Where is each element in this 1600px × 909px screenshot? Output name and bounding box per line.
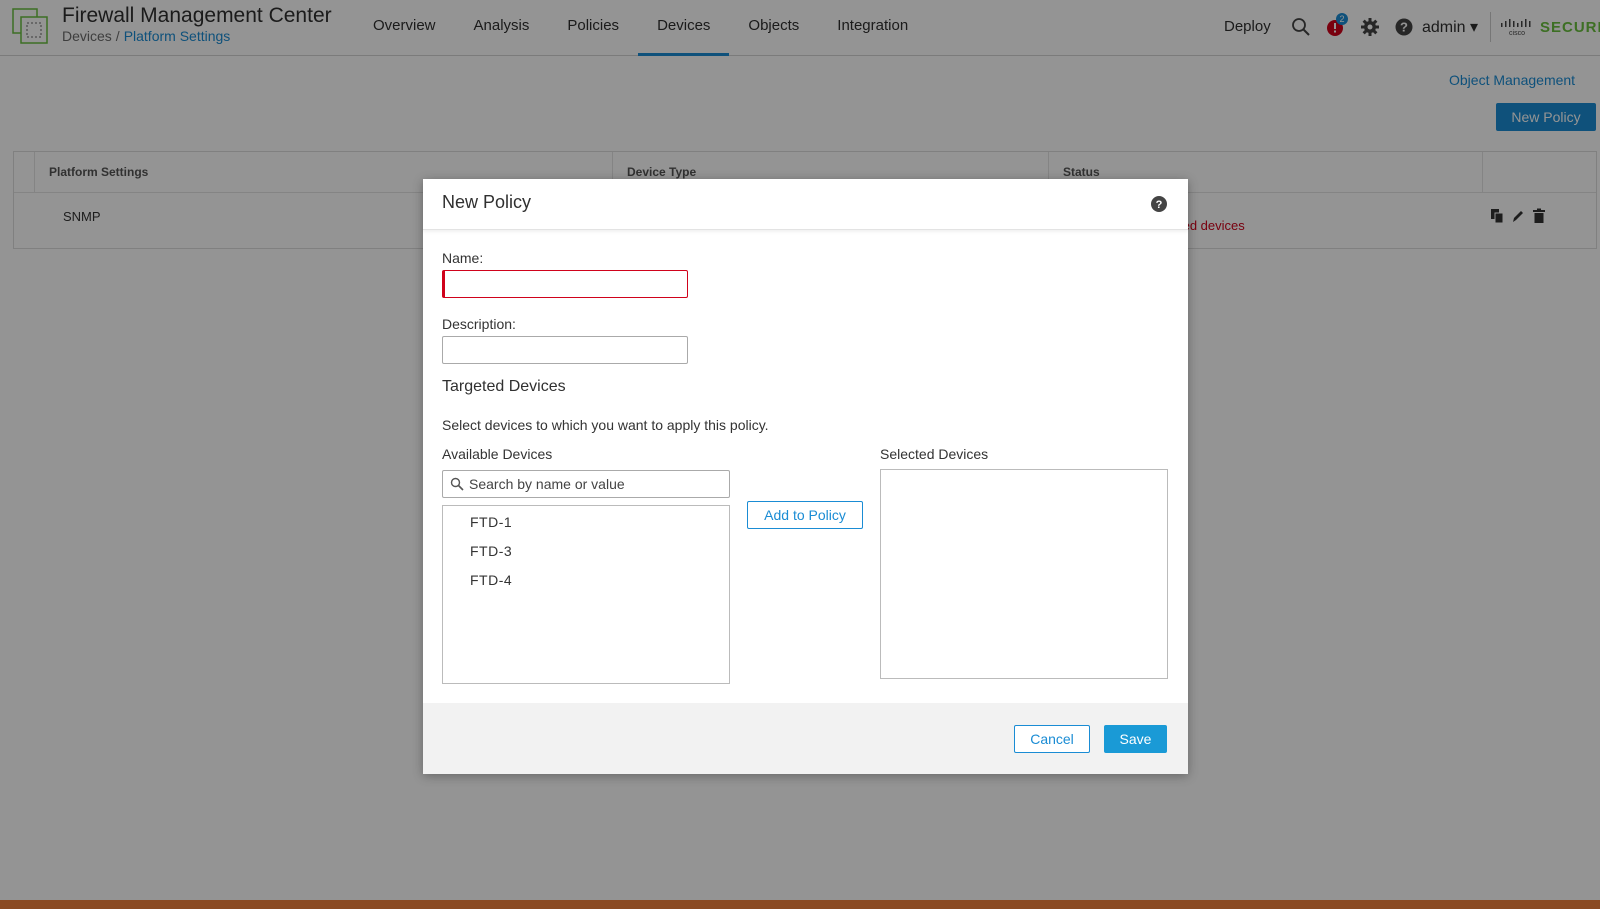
add-to-policy-button[interactable]: Add to Policy: [747, 501, 863, 529]
search-icon: [450, 477, 464, 491]
name-label: Name:: [442, 250, 484, 266]
targeted-devices-title: Targeted Devices: [442, 378, 566, 395]
cancel-button[interactable]: Cancel: [1014, 725, 1090, 753]
dialog-help-icon[interactable]: ?: [1150, 195, 1168, 213]
available-devices-list: FTD-1 FTD-3 FTD-4: [442, 505, 730, 684]
svg-text:?: ?: [1156, 199, 1163, 211]
available-device-item[interactable]: FTD-4: [470, 572, 512, 588]
bottom-decorative-strip: [0, 900, 1600, 909]
instructions-text: Select devices to which you want to appl…: [442, 417, 769, 433]
name-input[interactable]: [442, 270, 688, 298]
new-policy-dialog: New Policy ? Name: Description: Targeted…: [423, 179, 1188, 774]
save-button[interactable]: Save: [1104, 725, 1167, 753]
selected-devices-label: Selected Devices: [880, 446, 989, 462]
dialog-footer: Cancel Save: [423, 703, 1188, 774]
description-label: Description:: [442, 316, 516, 332]
device-search-box: [442, 470, 730, 498]
dialog-title: New Policy: [442, 192, 532, 212]
dialog-header: New Policy ?: [423, 179, 1188, 230]
available-device-item[interactable]: FTD-3: [470, 543, 512, 559]
available-devices-label: Available Devices: [442, 446, 553, 462]
available-device-item[interactable]: FTD-1: [470, 514, 512, 530]
selected-devices-list[interactable]: [880, 469, 1168, 679]
description-input[interactable]: [442, 336, 688, 364]
device-search-input[interactable]: [469, 472, 724, 496]
